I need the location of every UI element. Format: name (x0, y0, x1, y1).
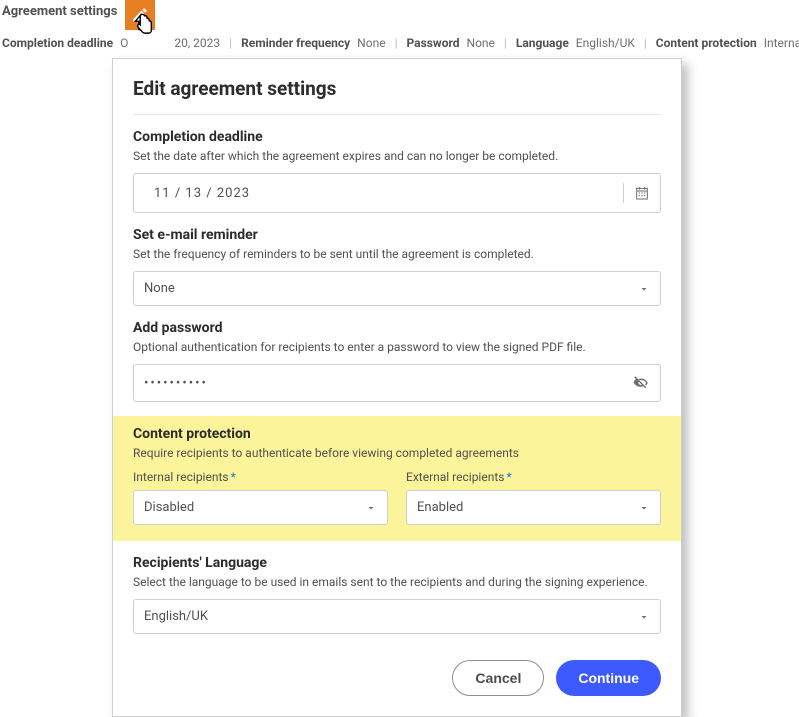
summary-deadline-prefix: O (120, 36, 128, 50)
protection-title: Content protection (133, 426, 661, 442)
summary-language-value: English/UK (576, 36, 635, 50)
page-title: Agreement settings (0, 0, 117, 19)
reminder-value: None (144, 281, 175, 296)
summary-deadline-value: 20, 2023 (174, 36, 220, 50)
password-desc: Optional authentication for recipients t… (133, 340, 661, 354)
chevron-down-icon (365, 502, 377, 514)
summary-reminder-value: None (357, 36, 385, 50)
language-value: English/UK (144, 609, 208, 624)
deadline-date-value: 11 / 13 / 2023 (154, 186, 250, 201)
summary-bar: Completion deadline O 20, 2023 | Reminde… (0, 30, 799, 50)
summary-language-label: Language (516, 36, 569, 50)
summary-password-value: None (467, 36, 495, 50)
section-deadline: Completion deadline Set the date after w… (133, 129, 661, 213)
section-language: Recipients' Language Select the language… (133, 555, 661, 634)
section-password: Add password Optional authentication for… (133, 320, 661, 402)
language-title: Recipients' Language (133, 555, 661, 571)
continue-button[interactable]: Continue (556, 660, 661, 696)
summary-reminder-label: Reminder frequency (241, 36, 350, 50)
language-select[interactable]: English/UK (133, 599, 661, 634)
eye-off-icon[interactable] (632, 374, 650, 392)
external-recipients-select[interactable]: Enabled (406, 490, 661, 525)
internal-recipients-select[interactable]: Disabled (133, 490, 388, 525)
password-title: Add password (133, 320, 661, 336)
modal-title: Edit agreement settings (133, 77, 661, 115)
deadline-date-input[interactable]: 11 / 13 / 2023 (133, 173, 661, 213)
summary-password-label: Password (406, 36, 459, 50)
reminder-title: Set e-mail reminder (133, 227, 661, 243)
chevron-down-icon (638, 502, 650, 514)
protection-desc: Require recipients to authenticate befor… (133, 446, 661, 460)
password-input[interactable]: •••••••••• (133, 364, 661, 402)
deadline-desc: Set the date after which the agreement e… (133, 149, 661, 163)
password-value: •••••••••• (144, 376, 208, 391)
chevron-down-icon (638, 283, 650, 295)
section-content-protection: Content protection Require recipients to… (113, 416, 681, 541)
external-recipients-label: External recipients* (406, 470, 661, 484)
language-desc: Select the language to be used in emails… (133, 575, 661, 589)
calendar-button[interactable] (623, 183, 650, 203)
external-recipients-value: Enabled (417, 500, 463, 515)
cancel-button[interactable]: Cancel (452, 660, 544, 696)
modal-buttons: Cancel Continue (133, 660, 661, 696)
edit-settings-button[interactable] (125, 0, 155, 30)
calendar-icon (634, 185, 650, 201)
reminder-select[interactable]: None (133, 271, 661, 306)
internal-recipients-value: Disabled (144, 500, 194, 515)
edit-settings-modal: Edit agreement settings Completion deadl… (112, 58, 682, 717)
chevron-down-icon (638, 611, 650, 623)
deadline-title: Completion deadline (133, 129, 661, 145)
summary-protection-label: Content protection (656, 36, 757, 50)
reminder-desc: Set the frequency of reminders to be sen… (133, 247, 661, 261)
summary-deadline-label: Completion deadline (2, 36, 113, 50)
cursor-icon (133, 12, 161, 40)
internal-recipients-label: Internal recipients* (133, 470, 388, 484)
summary-protection-value: Internal disabled & External enabled (764, 36, 799, 50)
section-reminder: Set e-mail reminder Set the frequency of… (133, 227, 661, 306)
